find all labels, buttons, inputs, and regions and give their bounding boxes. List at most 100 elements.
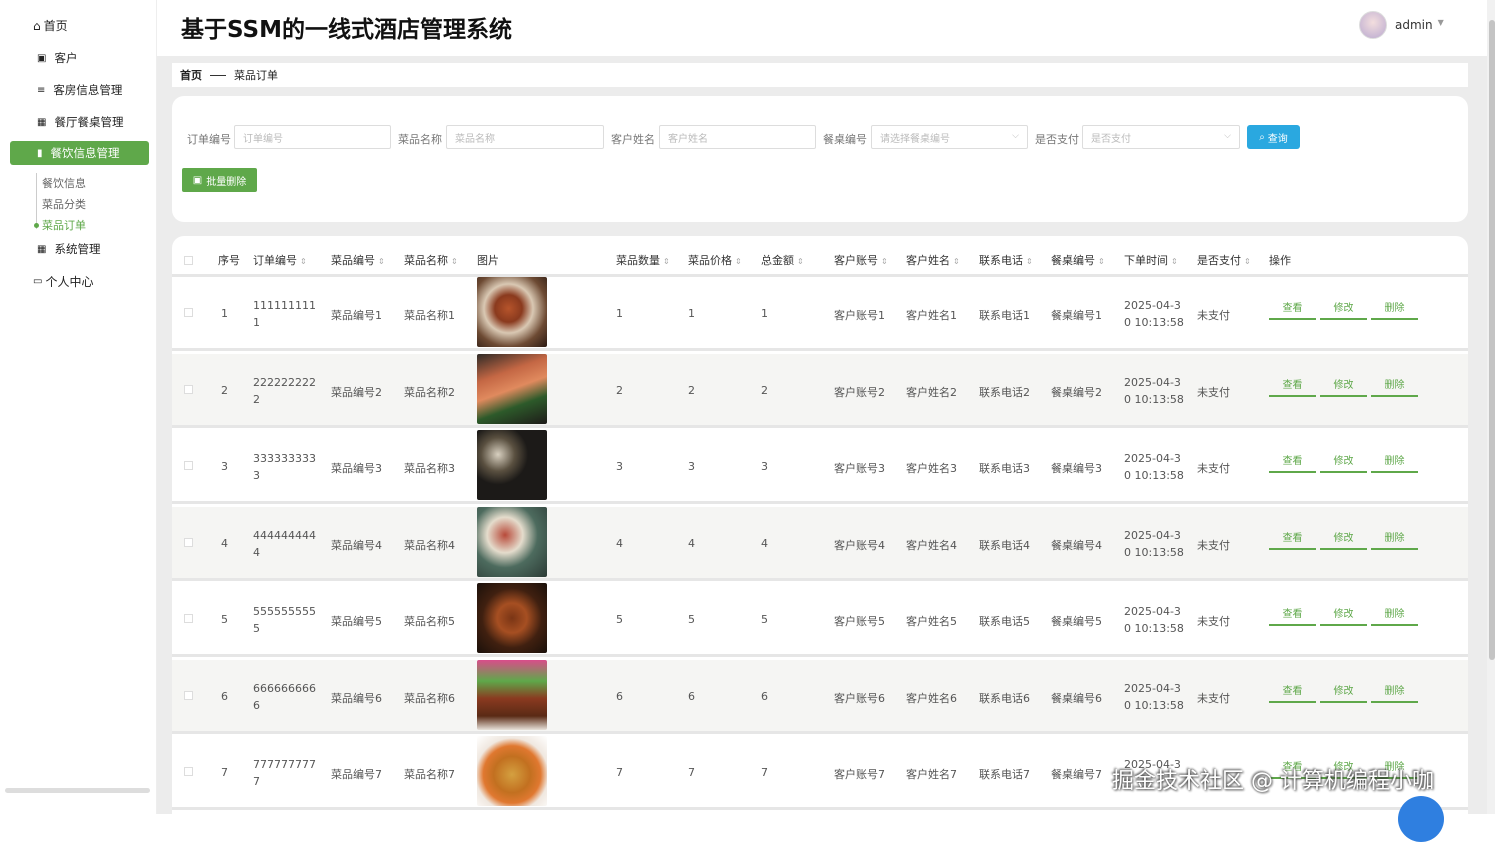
delete-button[interactable]: 删除 <box>1371 531 1418 550</box>
nav-system-manage[interactable]: ▦ 系统管理 <box>37 237 100 261</box>
col-dish-no[interactable]: 菜品编号 ⇕ <box>331 252 385 268</box>
cell-index: 7 <box>221 766 228 779</box>
search-button[interactable]: ⌕ 查询 <box>1247 125 1300 149</box>
dish-image <box>477 277 547 347</box>
cell-qty: 6 <box>616 689 623 703</box>
row-checkbox[interactable] <box>184 767 193 776</box>
batch-delete-button[interactable]: ▣ 批量删除 <box>182 168 257 192</box>
select-all-checkbox[interactable] <box>184 256 193 265</box>
sidebar-scrollbar[interactable] <box>5 788 150 793</box>
breadcrumb: 首页 菜品订单 <box>172 63 1468 87</box>
col-paid[interactable]: 是否支付 ⇕ <box>1197 252 1251 268</box>
cell-index: 5 <box>221 613 228 626</box>
search-icon: ⌕ <box>1259 131 1265 143</box>
cell-dish-no: 菜品编号3 <box>331 462 382 475</box>
view-button[interactable]: 查看 <box>1269 301 1316 320</box>
cell-dish-no: 菜品编号1 <box>331 309 382 322</box>
delete-button[interactable]: 删除 <box>1371 607 1418 626</box>
edit-button[interactable]: 修改 <box>1320 454 1367 473</box>
cell-paid: 未支付 <box>1197 309 1230 322</box>
watermark: 掘金技术社区 @ 计算机编程小咖 <box>1112 769 1434 794</box>
sort-icon: ⇕ <box>1244 257 1251 266</box>
col-qty[interactable]: 菜品数量 ⇕ <box>616 252 670 268</box>
submenu-line <box>36 173 37 229</box>
row-checkbox[interactable] <box>184 537 193 547</box>
submenu-dish-order[interactable]: 菜品订单 <box>42 217 86 233</box>
edit-button[interactable]: 修改 <box>1320 607 1367 626</box>
order-no-input[interactable]: 订单编号 <box>234 125 391 149</box>
cell-dish-name: 菜品名称4 <box>404 538 455 552</box>
cell-price: 1 <box>688 307 695 320</box>
delete-button[interactable]: 删除 <box>1371 454 1418 473</box>
row-checkbox[interactable] <box>184 308 193 317</box>
row-checkbox[interactable] <box>184 461 193 470</box>
row-checkbox[interactable] <box>184 614 193 623</box>
view-button[interactable]: 查看 <box>1269 684 1316 703</box>
cell-paid: 未支付 <box>1197 462 1230 475</box>
submenu-dish-category[interactable]: 菜品分类 <box>42 196 86 212</box>
cell-dish-name: 菜品名称7 <box>404 768 455 781</box>
avatar[interactable] <box>1359 11 1387 39</box>
view-button[interactable]: 查看 <box>1269 531 1316 550</box>
view-button[interactable]: 查看 <box>1269 378 1316 397</box>
col-account[interactable]: 客户账号 ⇕ <box>834 252 888 268</box>
breadcrumb-home[interactable]: 首页 <box>180 67 202 83</box>
nav-customer[interactable]: ▣ 客户 <box>37 46 77 70</box>
col-table-no[interactable]: 餐桌编号 ⇕ <box>1051 252 1105 268</box>
delete-button[interactable]: 删除 <box>1371 301 1418 320</box>
paid-select[interactable]: 是否支付 ⌵ <box>1082 125 1240 149</box>
cell-time: 2025-04-3 <box>1124 681 1181 695</box>
nav-catering-manage[interactable]: ▮ 餐饮信息管理 <box>10 141 149 165</box>
cell-phone: 联系电话1 <box>979 309 1030 322</box>
cell-table-no: 餐桌编号5 <box>1051 615 1102 628</box>
edit-button[interactable]: 修改 <box>1320 531 1367 550</box>
cell-price: 6 <box>688 689 695 703</box>
cell-order-no: 444444444 <box>253 528 316 542</box>
edit-button[interactable]: 修改 <box>1320 301 1367 320</box>
table-no-select[interactable]: 请选择餐桌编号 ⌵ <box>871 125 1028 149</box>
view-button[interactable]: 查看 <box>1269 454 1316 473</box>
col-time[interactable]: 下单时间 ⇕ <box>1124 252 1178 268</box>
cell-phone: 联系电话2 <box>979 385 1030 399</box>
user-menu[interactable]: admin ▼ <box>1395 18 1444 32</box>
edit-button[interactable]: 修改 <box>1320 684 1367 703</box>
cell-order-no: 555555555 <box>253 605 316 618</box>
cell-index: 4 <box>221 536 228 550</box>
view-button[interactable]: 查看 <box>1269 607 1316 626</box>
dish-name-input[interactable]: 菜品名称 <box>446 125 604 149</box>
table-row: 3 菜品编号3 菜品名称3 3 3 3 客户账号3 客户姓名3 联系电话3 餐桌编号3 未支付 333… <box>172 430 1468 504</box>
cell-customer: 客户姓名7 <box>906 768 957 781</box>
nav-room-manage[interactable]: ≡ 客房信息管理 <box>37 78 122 102</box>
nav-table-manage[interactable]: ▦ 餐厅餐桌管理 <box>37 110 123 134</box>
row-checkbox[interactable] <box>184 384 193 394</box>
cell-account: 客户账号3 <box>834 462 885 475</box>
col-phone[interactable]: 联系电话 ⇕ <box>979 252 1033 268</box>
col-customer[interactable]: 客户姓名 ⇕ <box>906 252 960 268</box>
cell-phone: 联系电话6 <box>979 691 1030 705</box>
dish-image <box>477 659 547 730</box>
dish-image <box>477 583 547 653</box>
col-dish-name[interactable]: 菜品名称 ⇕ <box>404 252 458 268</box>
cell-account: 客户账号1 <box>834 309 885 322</box>
cell-phone: 联系电话7 <box>979 768 1030 781</box>
customer-name-input[interactable]: 客户姓名 <box>659 125 816 149</box>
col-total[interactable]: 总金额 ⇕ <box>761 252 804 268</box>
cell-time-wrap: 0 10:13:58 <box>1124 545 1184 559</box>
cell-table-no: 餐桌编号7 <box>1051 768 1102 781</box>
cell-account: 客户账号5 <box>834 615 885 628</box>
floating-button[interactable] <box>1398 796 1444 842</box>
col-order-no[interactable]: 订单编号 ⇕ <box>253 252 307 268</box>
delete-button[interactable]: 删除 <box>1371 378 1418 397</box>
cell-qty: 2 <box>616 383 623 397</box>
delete-button[interactable]: 删除 <box>1371 684 1418 703</box>
scrollbar-thumb[interactable] <box>1489 20 1495 660</box>
nav-home[interactable]: ⌂ 首页 <box>33 17 68 34</box>
order-table: 序号 订单编号 ⇕ 菜品编号 ⇕ 菜品名称 ⇕ 图片 菜品数量 ⇕ 菜品价格 ⇕ 总金额 ⇕… <box>172 236 1468 836</box>
row-checkbox[interactable] <box>184 690 193 700</box>
edit-button[interactable]: 修改 <box>1320 378 1367 397</box>
nav-personal[interactable]: ▭ 个人中心 <box>33 273 93 290</box>
cell-time: 2025-04-3 <box>1124 299 1181 312</box>
cell-dish-name: 菜品名称1 <box>404 309 455 322</box>
col-price[interactable]: 菜品价格 ⇕ <box>688 252 742 268</box>
submenu-catering-info[interactable]: 餐饮信息 <box>42 175 86 191</box>
